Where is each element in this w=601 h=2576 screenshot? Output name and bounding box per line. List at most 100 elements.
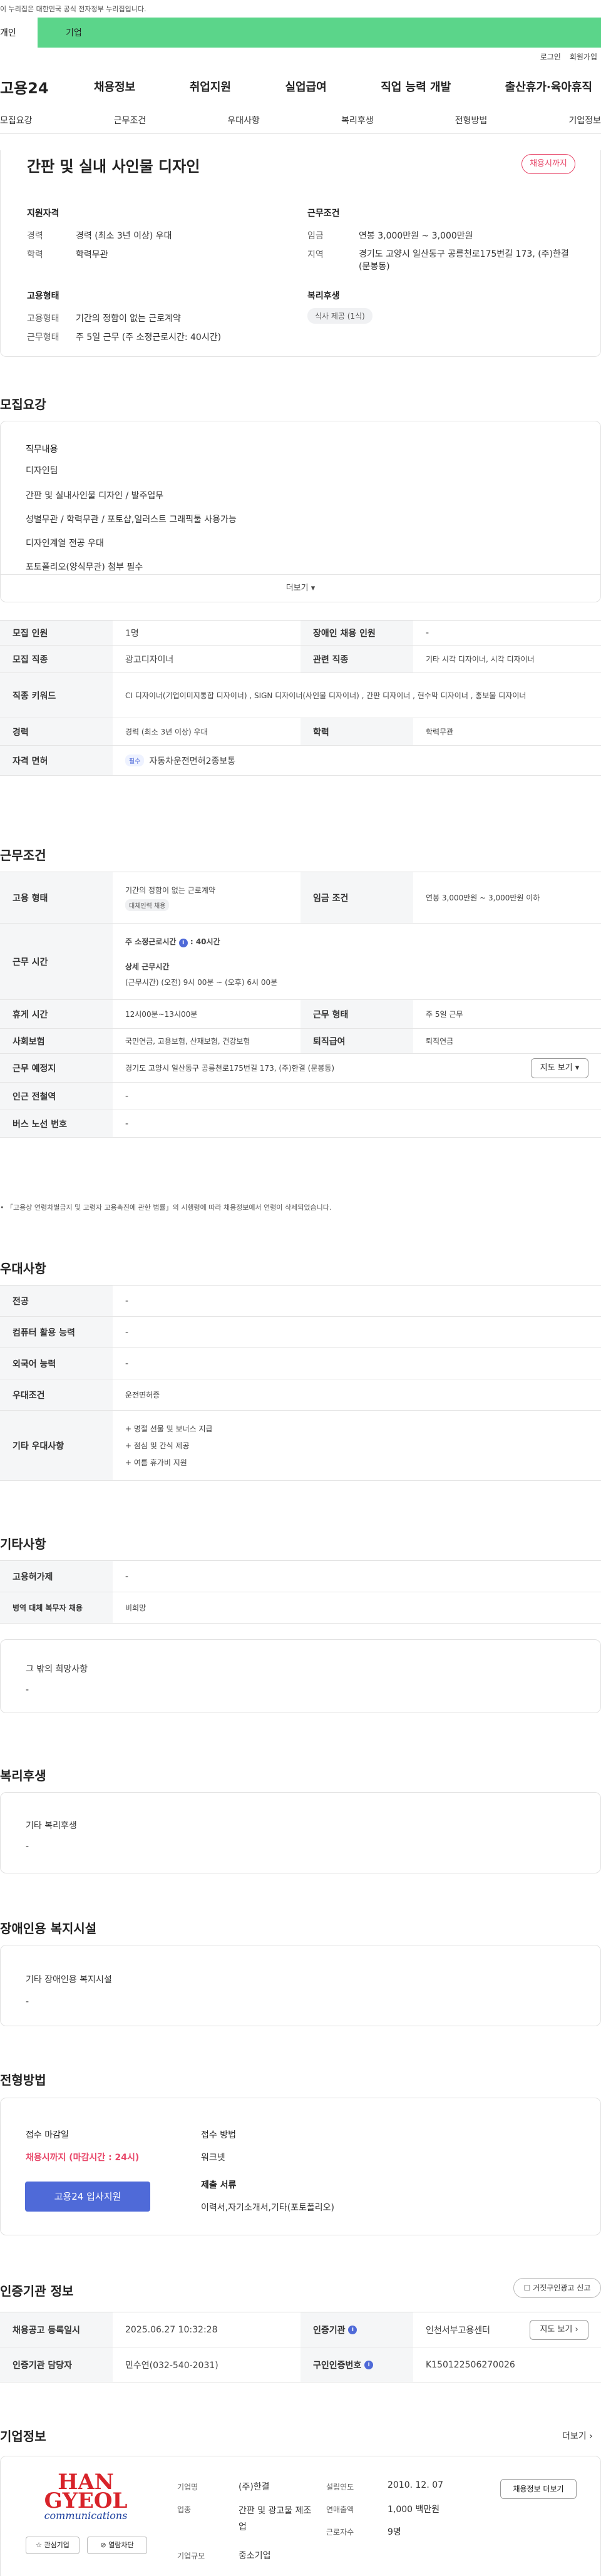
favorite-button[interactable]: ☆ 관심기업 — [26, 2537, 80, 2554]
th: 전공 — [0, 1285, 113, 1316]
nav-leave[interactable]: 출산휴가·육아휴직 — [505, 78, 592, 95]
td: - — [125, 1091, 129, 1101]
table-row: 기타 우대사항 + 명절 선물 및 보너스 지급 + 점심 및 간식 제공 + … — [0, 1411, 601, 1481]
block-button[interactable]: ⊘ 열람차단 — [87, 2537, 147, 2554]
chevron-down-icon: ▾ — [311, 584, 316, 593]
anchor-welfare[interactable]: 복리후생 — [341, 114, 374, 133]
site-logo[interactable]: 고용24 — [0, 76, 94, 98]
edu-label: 학력 — [27, 250, 43, 260]
td: 국민연금, 고용보험, 산재보험, 건강보험 — [125, 1037, 250, 1046]
company-name-label: 기업명 — [177, 2483, 198, 2491]
th: 컴퓨터 활용 능력 — [0, 1317, 113, 1347]
recruit-table: 모집 인원 1명 장애인 채용 인원 - 모집 직종 광고디자이너 관련 직종 … — [0, 620, 601, 776]
table-row: 근무 예정지 경기도 고양시 일산동구 공릉천로175번길 173, (주)한결… — [0, 1054, 601, 1083]
revenue-label: 연매출액 — [326, 2505, 354, 2514]
industry-value: 간판 및 광고물 제조업 — [239, 2506, 312, 2532]
th: 근무 형태 — [300, 1000, 413, 1028]
info-icon[interactable]: i — [364, 2360, 374, 2369]
tab-company[interactable]: 기업 — [38, 18, 601, 48]
main-nav: 고용24 채용정보 취업지원 실업급여 직업 능력 개발 출산휴가·육아휴직 — [0, 61, 601, 111]
table-row: 인증기관 담당자 민수연(032-540-2031) 구인인증번호 i K150… — [0, 2347, 601, 2383]
th: 병역 대체 복무자 채용 — [0, 1592, 113, 1623]
disabled-box: 기타 장애인용 복지시설 - — [0, 1945, 601, 2026]
duty-line: 성별무관 / 학력무관 / 포토샵,일러스트 그래픽툴 사용가능 — [26, 515, 237, 525]
table-row: 자격 면허 필수 자동차운전면허2종보통 — [0, 746, 601, 776]
td: 연봉 3,000만원 ~ 3,000만원 이하 — [426, 894, 540, 902]
td: 경력 (최소 3년 이상) 우대 — [125, 728, 208, 736]
est-value: 2010. 12. 07 — [388, 2480, 444, 2490]
deadline-value: 채용시까지 (마감시간 : 24시) — [26, 2153, 140, 2163]
company-box: HAN GYEOL communications ☆ 관심기업 ⊘ 열람차단 기… — [0, 2456, 601, 2576]
company-jobs-button[interactable]: 채용정보 더보기 — [500, 2479, 577, 2499]
wage-value: 연봉 3,000만원 ~ 3,000만원 — [359, 231, 473, 241]
map-button[interactable]: 지도 보기 ▾ — [531, 1058, 588, 1078]
nav-employment-support[interactable]: 취업지원 — [190, 78, 231, 95]
join-link[interactable]: 회원가입 — [570, 51, 597, 61]
job-summary-card: 간판 및 실내 사인물 디자인 채용시까지 지원자격 경력 경력 (최소 3년 … — [0, 150, 601, 357]
td: - — [125, 1296, 129, 1306]
deadline-badge: 채용시까지 — [521, 154, 575, 174]
docs-value: 이력서,자기소개서,기타(포토폴리오) — [201, 2203, 335, 2213]
th: 관련 직종 — [300, 646, 413, 672]
top-tabs: 개인 기업 — [0, 18, 601, 48]
anchor-company[interactable]: 기업정보 — [568, 114, 601, 133]
report-button[interactable]: ☐ 거짓구인광고 신고 — [513, 2278, 601, 2298]
td: - — [125, 1118, 129, 1129]
disabled-value: - — [26, 1997, 29, 2007]
anchor-preference[interactable]: 우대사항 — [227, 114, 260, 133]
table-row: 모집 직종 광고디자이너 관련 직종 기타 시각 디자이너, 시각 디자이너 — [0, 646, 601, 673]
login-link[interactable]: 로그인 — [540, 51, 561, 61]
nav-training[interactable]: 직업 능력 개발 — [381, 78, 451, 95]
anchor-recruit[interactable]: 모집요강 — [0, 114, 33, 133]
td: CI 디자이너(기업이미지통합 디자이너) , SIGN 디자이너(사인물 디자… — [125, 691, 527, 700]
deadline-label: 접수 마감일 — [26, 2130, 69, 2140]
pref-item: + 점심 및 간식 제공 — [125, 1441, 190, 1450]
emp-heading: 고용형태 — [27, 291, 59, 301]
industry-label: 업종 — [177, 2505, 192, 2514]
cond-heading: 근무조건 — [307, 209, 340, 219]
welfare-chip: 식사 제공 (1식) — [307, 308, 372, 324]
td: 2025.06.27 10:32:28 — [125, 2324, 218, 2335]
duty-line: 포토폴리오(양식무관) 첨부 필수 — [26, 562, 143, 572]
welfare-heading: 복리후생 — [307, 291, 340, 301]
duty-line: 디자인계열 전공 우대 — [26, 538, 104, 549]
block-icon: ⊘ — [100, 2541, 106, 2549]
info-icon[interactable]: i — [178, 938, 188, 947]
more-button[interactable]: 더보기 ▾ — [1, 574, 600, 602]
table-row: 인근 전철역 - — [0, 1083, 601, 1110]
table-row: 컴퓨터 활용 능력 - — [0, 1317, 601, 1348]
tab-personal[interactable]: 개인 — [0, 18, 38, 48]
td: 민수연(032-540-2031) — [125, 2360, 218, 2371]
nav-unemployment[interactable]: 실업급여 — [285, 78, 327, 95]
welfare-title: 복리후생 — [0, 1768, 46, 1783]
company-name-value: (주)한결 — [239, 2482, 270, 2492]
table-row: 사회보험 국민연금, 고용보험, 산재보험, 건강보험 퇴직급여 퇴직연금 — [0, 1029, 601, 1054]
cert-table: 채용공고 등록일시 2025.06.27 10:32:28 인증기관 i 인천서… — [0, 2312, 601, 2383]
table-row: 근무 시간 주 소정근로시간 i : 40시간 상세 근무시간 (근무시간) (… — [0, 924, 601, 1000]
td: 운전면허증 — [125, 1391, 160, 1399]
est-label: 설립연도 — [326, 2483, 354, 2491]
map-button[interactable]: 지도 보기 › — [530, 2320, 588, 2340]
anchor-conditions[interactable]: 근무조건 — [114, 114, 146, 133]
th: 채용공고 등록일시 — [0, 2312, 113, 2347]
table-row: 경력 경력 (최소 3년 이상) 우대 학력 학력무관 — [0, 718, 601, 746]
company-title: 기업정보 — [0, 2429, 46, 2444]
th: 근무 시간 — [0, 924, 113, 999]
nav-jobs[interactable]: 채용정보 — [94, 78, 135, 95]
work-value: 주 5일 근무 (주 소정근로시간: 40시간) — [76, 332, 222, 343]
duty-line: 간판 및 실내사인물 디자인 / 발주업무 — [26, 491, 164, 501]
size-value: 중소기업 — [239, 2551, 271, 2561]
duty-line: 디자인팀 — [26, 466, 58, 476]
anchor-process[interactable]: 전형방법 — [455, 114, 488, 133]
employees-label: 근로자수 — [326, 2528, 354, 2537]
table-row: 외국어 능력 - — [0, 1348, 601, 1379]
size-label: 기업규모 — [177, 2552, 205, 2560]
report-icon: ☐ — [523, 2284, 531, 2292]
td: 1명 — [125, 628, 139, 639]
recruit-title: 모집요강 — [0, 397, 46, 412]
apply-button[interactable]: 고용24 입사지원 — [25, 2182, 150, 2212]
welfare-box: 기타 복리후생 - — [0, 1792, 601, 1873]
company-more-link[interactable]: 더보기 › — [562, 2429, 593, 2442]
pref-item: + 여름 휴가비 지원 — [125, 1458, 187, 1467]
info-icon[interactable]: i — [348, 2325, 357, 2334]
